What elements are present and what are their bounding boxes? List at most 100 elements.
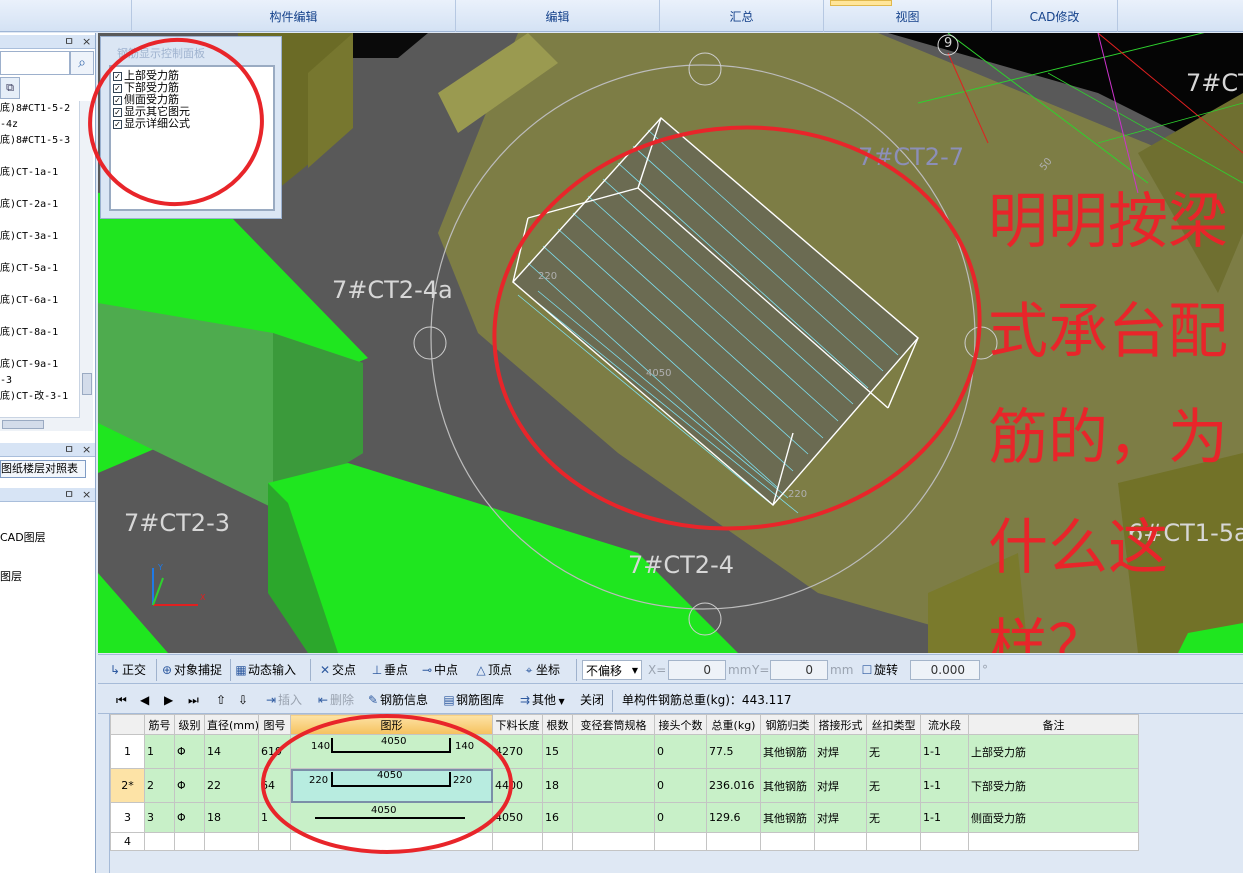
header-figure-no[interactable]: 图号 [258, 714, 291, 735]
cell-sleeve[interactable] [572, 802, 655, 833]
cell-sleeve[interactable] [572, 734, 655, 769]
cell-diameter[interactable]: 18 [204, 802, 259, 833]
tree-toolbar-icon[interactable]: ⧉ [0, 77, 20, 99]
cell-shape[interactable]: 4050 [290, 802, 493, 833]
close-button[interactable]: 关闭 [580, 690, 604, 710]
offset-select[interactable]: 不偏移 ▼ [582, 660, 642, 680]
cell-lap[interactable]: 对焊 [814, 802, 867, 833]
coordinate-button[interactable]: ⌖ 坐标 [522, 660, 560, 680]
search-icon[interactable]: ⌕ [70, 51, 94, 75]
perpendicular-button[interactable]: ⊥ 垂点 [370, 660, 408, 680]
tree-item[interactable] [0, 277, 80, 293]
cell-grade[interactable]: Φ [174, 802, 205, 833]
blank-cell[interactable] [542, 832, 573, 851]
ribbon-group-cad-modify[interactable]: CAD修改 [992, 0, 1118, 32]
table-row-blank[interactable]: 4 [110, 832, 1139, 851]
blank-cell[interactable] [920, 832, 969, 851]
cell-figure-no[interactable]: 619 [258, 734, 291, 769]
header-segment[interactable]: 流水段 [920, 714, 969, 735]
ribbon-group-edit[interactable]: 编辑 [456, 0, 660, 32]
checkbox-icon[interactable]: ✓ [113, 120, 122, 129]
tree-item[interactable] [0, 149, 80, 165]
dynamic-input-button[interactable]: ▦动态输入 [234, 660, 296, 680]
cell-class[interactable]: 其他钢筋 [760, 768, 815, 803]
checkbox-icon[interactable]: ✓ [113, 72, 122, 81]
ribbon-group-summary[interactable]: 汇总 [660, 0, 824, 32]
table-row[interactable]: 1 1 Φ 14 619 140 4050 140 4270 15 0 77.5… [110, 734, 1139, 769]
cell-sleeve[interactable] [572, 768, 655, 803]
cell-segment[interactable]: 1-1 [920, 768, 969, 803]
first-record-icon[interactable]: ⏮ [116, 690, 127, 710]
move-down-icon[interactable]: ⇩ [238, 690, 248, 710]
header-count[interactable]: 根数 [542, 714, 573, 735]
blank-cell[interactable] [814, 832, 867, 851]
header-cut-length[interactable]: 下料长度 [492, 714, 543, 735]
cell-shape[interactable]: 140 4050 140 [290, 734, 493, 769]
checkbox-icon[interactable]: ☐ [860, 660, 874, 680]
checkbox-icon[interactable]: ✓ [113, 96, 122, 105]
cell-thread[interactable]: 无 [866, 802, 921, 833]
cell-count[interactable]: 15 [542, 734, 573, 769]
rebar-info-button[interactable]: ✎ 钢筋信息 [366, 690, 428, 710]
tree-item[interactable]: 底)CT-6a-1 [0, 293, 80, 309]
header-weight[interactable]: 总重(kg) [706, 714, 761, 735]
close-icon[interactable]: × [82, 35, 91, 48]
cell-cut-length[interactable]: 4050 [492, 802, 543, 833]
tree-item[interactable]: 底)8#CT1-5-3 [0, 133, 80, 149]
close-icon[interactable]: × [82, 443, 91, 456]
header-sleeve[interactable]: 变径套筒规格 [572, 714, 655, 735]
cell-count[interactable]: 18 [542, 768, 573, 803]
tab-drawing-floor-compare[interactable]: 图纸楼层对照表 [0, 460, 86, 478]
tree-item[interactable]: 底)CT-8a-1 [0, 325, 80, 341]
pin-icon[interactable]: ㅁ [64, 443, 74, 456]
rotate-checkbox[interactable]: ☐ 旋转 [860, 660, 898, 680]
close-icon[interactable]: × [82, 488, 91, 501]
search-input[interactable] [0, 51, 70, 75]
cell-cut-length[interactable]: 4270 [492, 734, 543, 769]
cell-joints[interactable]: 0 [654, 768, 707, 803]
cell-bar-no[interactable]: 1 [144, 734, 175, 769]
header-grade[interactable]: 级别 [174, 714, 205, 735]
header-lap[interactable]: 搭接形式 [814, 714, 867, 735]
header-class[interactable]: 钢筋归类 [760, 714, 815, 735]
cell-segment[interactable]: 1-1 [920, 734, 969, 769]
move-up-icon[interactable]: ⇧ [216, 690, 226, 710]
cell-class[interactable]: 其他钢筋 [760, 802, 815, 833]
cell-diameter[interactable]: 22 [204, 768, 259, 803]
table-row[interactable]: 2* 2 Φ 22 64 220 4050 220 4400 18 0 236.… [110, 768, 1139, 803]
cell-count[interactable]: 16 [542, 802, 573, 833]
blank-cell[interactable] [866, 832, 921, 851]
tree-item[interactable]: 底)CT-改-3-1 [0, 389, 80, 405]
component-tree-list[interactable]: 底)8#CT1-5-2 -4z 底)8#CT1-5-3 底)CT-1a-1 底)CT… [0, 101, 80, 431]
cell-shape[interactable]: 220 4050 220 [290, 768, 493, 803]
tree-item[interactable]: 底)CT-2a-1 [0, 197, 80, 213]
rebar-table[interactable]: 筋号 级别 直径(mm) 图号 图形 下料长度 根数 变径套筒规格 接头个数 总… [110, 714, 1139, 851]
prev-record-icon[interactable]: ◀ [140, 690, 149, 710]
tree-item[interactable]: 底)CT-3a-1 [0, 229, 80, 245]
tree-horizontal-scrollbar[interactable] [0, 417, 80, 431]
tree-item[interactable]: -4z [0, 117, 80, 133]
rotate-input[interactable]: 0.000 [910, 660, 980, 680]
cell-grade[interactable]: Φ [174, 768, 205, 803]
blank-cell[interactable] [144, 832, 175, 851]
row-number[interactable]: 3 [110, 802, 145, 833]
table-row[interactable]: 3 3 Φ 18 1 4050 4050 16 0 129.6 其他钢筋 对焊 … [110, 802, 1139, 833]
layer-item-cad[interactable]: CAD图层 [0, 531, 94, 544]
last-record-icon[interactable]: ⏭ [188, 690, 199, 710]
cell-cut-length[interactable]: 4400 [492, 768, 543, 803]
cell-joints[interactable]: 0 [654, 734, 707, 769]
tree-item[interactable]: 底)8#CT1-5-2 [0, 101, 80, 117]
cell-bar-no[interactable]: 2 [144, 768, 175, 803]
ribbon-active-button[interactable] [830, 0, 892, 6]
ribbon-group-component-edit[interactable]: 构件编辑 [132, 0, 456, 32]
cell-class[interactable]: 其他钢筋 [760, 734, 815, 769]
midpoint-button[interactable]: ⊸ 中点 [420, 660, 458, 680]
tree-item[interactable] [0, 309, 80, 325]
cell-segment[interactable]: 1-1 [920, 802, 969, 833]
insert-button[interactable]: ⇥ 插入 [264, 690, 302, 710]
header-note[interactable]: 备注 [968, 714, 1139, 735]
vertex-button[interactable]: △ 顶点 [474, 660, 512, 680]
layer-item-layer[interactable]: 图层 [0, 570, 94, 583]
tree-vertical-scrollbar[interactable] [79, 101, 93, 431]
scrollbar-thumb[interactable] [2, 420, 44, 429]
